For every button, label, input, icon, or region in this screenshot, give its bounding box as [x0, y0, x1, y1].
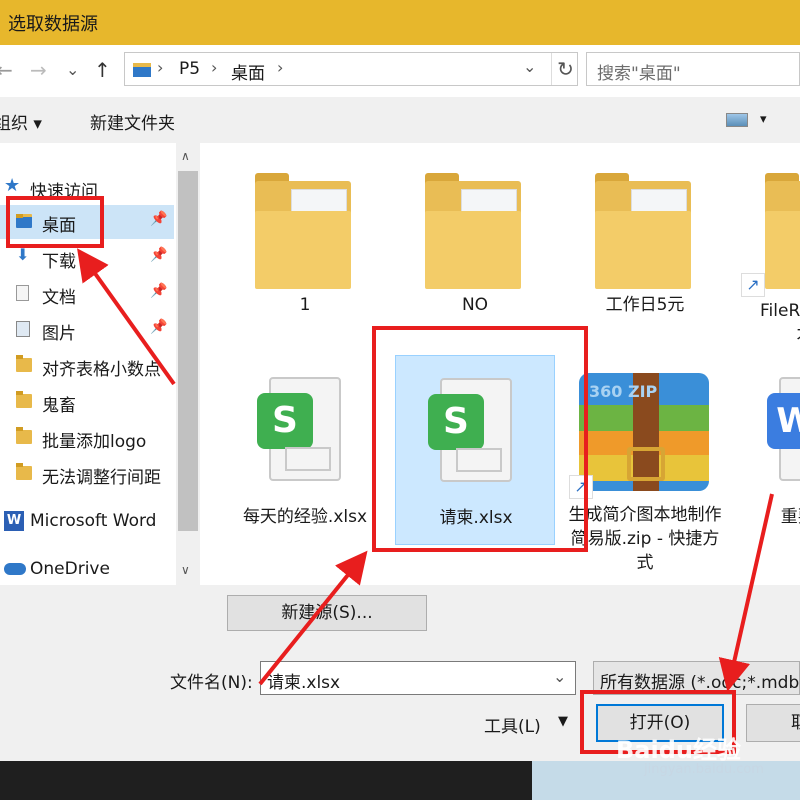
- address-dropdown-icon[interactable]: ⌄: [523, 57, 536, 76]
- zip-label: 360 ZIP: [589, 382, 658, 401]
- sidebar-item-folder[interactable]: 对齐表格小数点: [0, 349, 174, 383]
- cloud-icon: [4, 563, 26, 575]
- tools-button[interactable]: 工具(L): [484, 712, 541, 737]
- file-tile[interactable]: W 重要 我 材: [735, 355, 800, 545]
- organize-button[interactable]: 组织 ▾: [0, 109, 42, 134]
- sidebar-item-label: 批量添加logo: [42, 432, 147, 452]
- new-source-button[interactable]: 新建源(S)...: [227, 595, 427, 631]
- pin-icon[interactable]: 📌: [150, 319, 167, 335]
- annotation-box-desktop: [6, 196, 104, 248]
- file-tile[interactable]: ↗ FileRe 才: [735, 143, 800, 345]
- sidebar-item-label: Microsoft Word: [30, 511, 157, 531]
- sidebar-item-label: OneDrive: [30, 559, 110, 579]
- breadcrumb-separator: ›: [157, 58, 164, 77]
- scroll-down-icon[interactable]: ∨: [181, 563, 190, 577]
- new-folder-button[interactable]: 新建文件夹: [90, 109, 175, 134]
- up-button[interactable]: ↑: [94, 58, 111, 82]
- tools-dropdown-icon[interactable]: ▼: [558, 714, 568, 729]
- view-icon[interactable]: [726, 113, 748, 127]
- folder-icon: [16, 427, 32, 444]
- zip-archive-icon: 360 ZIP: [579, 373, 709, 491]
- file-tile[interactable]: N NO: [395, 143, 555, 333]
- sidebar-item-label: 文档: [42, 288, 76, 308]
- back-button[interactable]: ←: [0, 58, 13, 82]
- file-name: 每天的经验.xlsx: [242, 507, 368, 527]
- cancel-button[interactable]: 取: [746, 704, 800, 742]
- search-input[interactable]: 搜索"桌面": [586, 52, 800, 86]
- file-name: 重要 我: [780, 507, 800, 527]
- sidebar-item-folder[interactable]: 鬼畜: [0, 385, 174, 419]
- filename-value: 请柬.xlsx: [267, 673, 341, 693]
- pin-icon[interactable]: 📌: [150, 211, 167, 227]
- sidebar-scrollbar[interactable]: ∧ ∨: [176, 143, 200, 585]
- filename-label: 文件名(N):: [170, 673, 253, 693]
- folder-icon: [133, 63, 151, 77]
- docx-file-icon: W: [767, 377, 800, 481]
- title-bar: 选取数据源: [0, 0, 800, 45]
- annotation-box-file: [372, 326, 588, 552]
- folder-icon: [765, 171, 800, 289]
- scroll-thumb[interactable]: [178, 171, 198, 531]
- address-bar[interactable]: › P5 › 桌面 › ⌄ ↻: [124, 52, 578, 86]
- file-name: 1: [299, 295, 311, 315]
- sidebar-item-label: 对齐表格小数点: [42, 360, 161, 380]
- w-logo-icon: W: [767, 393, 800, 449]
- sidebar-item-label: 下载: [42, 252, 76, 272]
- folder-icon: S: [595, 171, 691, 289]
- view-dropdown-icon[interactable]: ▾: [760, 112, 767, 127]
- window-title: 选取数据源: [8, 14, 98, 35]
- sidebar-item-pictures[interactable]: 图片 📌: [0, 313, 174, 347]
- file-name: 才: [725, 323, 800, 347]
- file-tile[interactable]: S 工作日5元: [565, 143, 725, 333]
- picture-icon: [16, 321, 30, 337]
- breadcrumb-separator: ›: [211, 58, 218, 77]
- xlsx-file-icon: S: [257, 377, 341, 481]
- pin-icon[interactable]: 📌: [150, 283, 167, 299]
- shortcut-arrow-icon: ↗: [741, 273, 765, 297]
- forward-button[interactable]: →: [30, 58, 47, 82]
- file-name: FileRe: [760, 301, 800, 321]
- folder-icon: [16, 391, 32, 408]
- filename-input[interactable]: 请柬.xlsx ⌄: [260, 661, 576, 695]
- folder-icon: [255, 171, 351, 289]
- file-tile[interactable]: 360 ZIP ↗ 生成简介图本地制作简易版.zip - 快捷方式: [565, 355, 725, 573]
- baidu-watermark: Baidu经验: [616, 736, 741, 764]
- file-name: 生成简介图本地制作简易版.zip - 快捷方式: [568, 505, 722, 573]
- filename-dropdown-icon[interactable]: ⌄: [553, 667, 566, 686]
- word-icon: W: [4, 511, 24, 531]
- sidebar-item-microsoft-word[interactable]: W Microsoft Word: [0, 505, 174, 539]
- breadcrumb-p5[interactable]: P5: [179, 59, 200, 79]
- refresh-icon[interactable]: ↻: [551, 53, 579, 85]
- sidebar-item-onedrive[interactable]: OneDrive: [0, 553, 174, 587]
- document-icon: [16, 285, 29, 301]
- command-bar: 组织 ▾ 新建文件夹 ▾: [0, 97, 800, 143]
- folder-icon: [16, 463, 32, 480]
- star-icon: ★: [4, 175, 21, 196]
- breadcrumb-desktop[interactable]: 桌面: [231, 59, 265, 84]
- sidebar-item-folder[interactable]: 批量添加logo: [0, 421, 174, 455]
- pin-icon[interactable]: 📌: [150, 247, 167, 263]
- file-name: 工作日5元: [605, 295, 685, 315]
- sidebar-item-folder[interactable]: 无法调整行间距: [0, 457, 174, 491]
- breadcrumb-separator: ›: [277, 58, 284, 77]
- sidebar-item-label: 鬼畜: [42, 396, 76, 416]
- sidebar-item-label: 无法调整行间距: [42, 468, 161, 488]
- s-logo-icon: S: [257, 393, 313, 449]
- search-placeholder: 搜索"桌面": [597, 64, 681, 84]
- folder-icon: [16, 355, 32, 372]
- sidebar-item-label: 图片: [42, 324, 76, 344]
- scroll-up-icon[interactable]: ∧: [181, 149, 190, 163]
- folder-icon: N: [425, 171, 521, 289]
- sidebar-item-documents[interactable]: 文档 📌: [0, 277, 174, 311]
- baidu-watermark-url: jingyan.baidu.com: [644, 762, 764, 777]
- file-name: NO: [461, 295, 489, 315]
- recent-locations-button[interactable]: ⌄: [66, 58, 79, 82]
- file-tile[interactable]: 1: [225, 143, 385, 333]
- file-tile[interactable]: S 每天的经验.xlsx: [225, 355, 385, 545]
- file-name: 材: [733, 529, 800, 553]
